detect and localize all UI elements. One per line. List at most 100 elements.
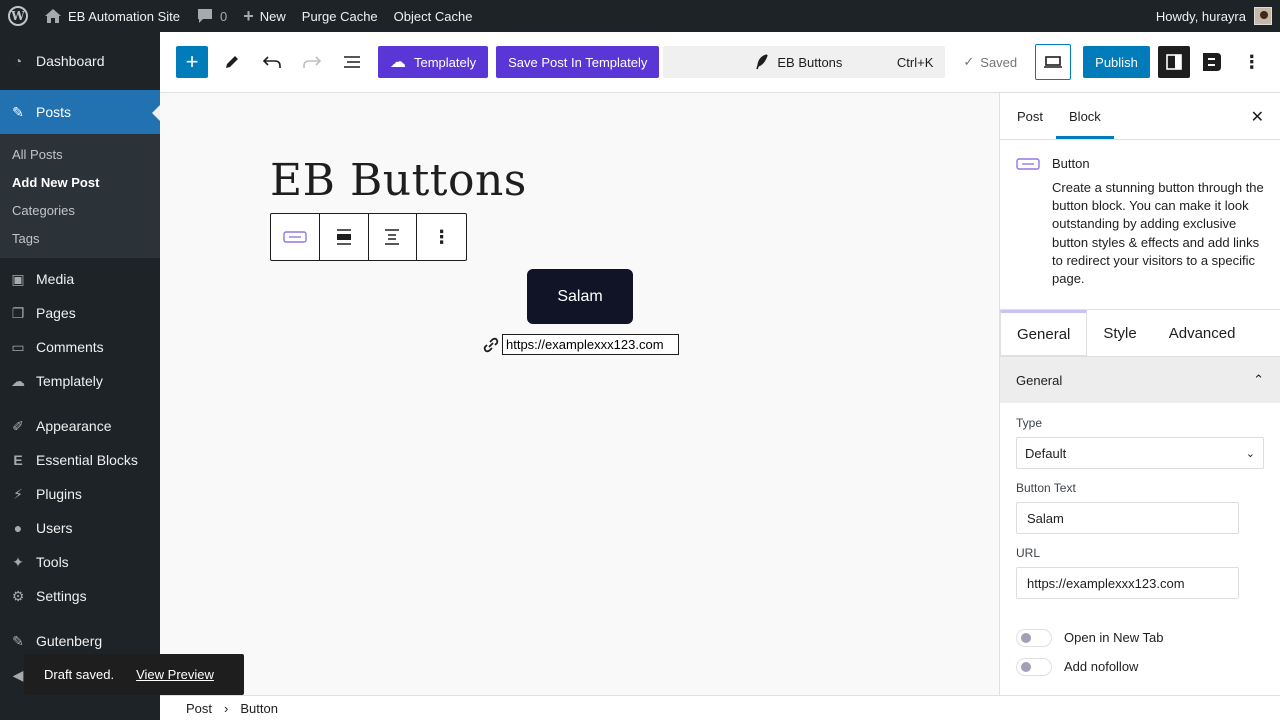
post-title[interactable]: EB Buttons [270, 155, 527, 206]
save-templately-label: Save Post In Templately [508, 54, 648, 70]
undo-button[interactable] [252, 44, 292, 80]
menu-media-label: Media [36, 271, 75, 287]
eb-button-block[interactable]: Salam [527, 269, 633, 324]
breadcrumb-button[interactable]: Button [240, 701, 278, 716]
device-preview-button[interactable] [1035, 44, 1072, 80]
templately-button[interactable]: ☁ Templately [378, 46, 489, 78]
document-title: EB Buttons [777, 54, 843, 70]
view-preview-link[interactable]: View Preview [136, 667, 214, 682]
publish-label: Publish [1095, 54, 1138, 70]
button-text-input[interactable]: Salam [1016, 502, 1239, 534]
menu-media[interactable]: ▣ Media [0, 262, 160, 296]
tab-block[interactable]: Block [1056, 93, 1114, 139]
pin-icon: ✎ [12, 103, 24, 120]
menu-plugins[interactable]: ⚡ Plugins [0, 477, 160, 511]
type-select[interactable]: Default ⌄ [1016, 437, 1264, 469]
menu-plugins-label: Plugins [36, 486, 82, 502]
snackbar-message: Draft saved. [44, 667, 115, 682]
submenu-tags[interactable]: Tags [0, 224, 160, 252]
close-icon[interactable]: ✕ [1251, 107, 1264, 127]
add-nofollow-toggle[interactable] [1016, 657, 1052, 676]
publish-button[interactable]: Publish [1083, 46, 1150, 78]
type-label: Type [1016, 416, 1043, 430]
check-icon: ✓ [963, 54, 975, 69]
tab-post[interactable]: Post [1004, 93, 1056, 139]
object-cache-label: Object Cache [393, 8, 473, 24]
align-center-icon [385, 229, 400, 245]
menu-settings[interactable]: ⚙ Settings [0, 579, 160, 613]
link-icon [483, 337, 499, 352]
submenu-categories[interactable]: Categories [0, 196, 160, 224]
home-icon [45, 9, 61, 23]
menu-appearance[interactable]: ✐ Appearance [0, 409, 160, 443]
save-post-templately-button[interactable]: Save Post In Templately [496, 46, 660, 78]
menu-tools[interactable]: ✦ Tools [0, 545, 160, 579]
menu-dashboard-label: Dashboard [36, 53, 105, 69]
avatar [1254, 7, 1272, 25]
menu-comments[interactable]: ▭ Comments [0, 330, 160, 364]
menu-templately[interactable]: ☁ Templately [0, 364, 160, 398]
menu-gutenberg-label: Gutenberg [36, 633, 103, 649]
document-overview-button[interactable] [332, 44, 372, 80]
plugin-icon: ⚡ [13, 485, 23, 502]
menu-essential-blocks[interactable]: E Essential Blocks [0, 443, 160, 477]
wordpress-logo-icon: W [8, 6, 28, 26]
button-block-icon [1016, 156, 1040, 293]
menu-appearance-label: Appearance [36, 418, 112, 434]
block-align-button[interactable] [320, 214, 369, 260]
open-new-tab-row: Open in New Tab [1000, 623, 1280, 652]
editor-canvas: EB Buttons ⋮ Salam https://examplexxx123… [160, 93, 999, 695]
menu-users[interactable]: ● Users [0, 511, 160, 545]
options-menu-button[interactable]: ⋮ [1234, 44, 1270, 80]
open-new-tab-toggle[interactable] [1016, 628, 1052, 647]
breadcrumb-post[interactable]: Post [186, 701, 212, 716]
wordpress-menu[interactable]: W [0, 0, 36, 32]
account-menu[interactable]: Howdy, hurayra [1156, 7, 1280, 25]
menu-pages-label: Pages [36, 305, 76, 321]
brush-icon: ✐ [12, 417, 24, 434]
block-type-button[interactable] [271, 214, 320, 260]
saved-label: Saved [980, 54, 1018, 70]
menu-users-label: Users [36, 520, 73, 536]
object-cache-link[interactable]: Object Cache [386, 0, 481, 32]
content-align-button[interactable] [369, 214, 418, 260]
submenu-all-posts[interactable]: All Posts [0, 140, 160, 168]
redo-icon [303, 56, 322, 68]
pencil-icon [226, 56, 238, 68]
menu-posts[interactable]: ✎ Posts [0, 90, 160, 134]
block-options-button[interactable]: ⋮ [417, 214, 466, 260]
type-select-value: Default [1025, 445, 1067, 461]
general-panel-header[interactable]: General ⌃ [1000, 357, 1280, 403]
block-breadcrumb: Post › Button [160, 695, 1280, 720]
command-palette-bar[interactable]: EB Buttons Ctrl+K [663, 46, 946, 78]
settings-sidebar: Post Block ✕ Button Create a stunning bu… [999, 93, 1280, 695]
comment-icon [198, 9, 213, 23]
eb-tab-advanced[interactable]: Advanced [1153, 310, 1252, 356]
comments-link[interactable]: 0 [188, 0, 235, 32]
redo-button[interactable] [292, 44, 332, 80]
chevron-right-icon: › [224, 700, 229, 716]
snackbar-notice: Draft saved. View Preview [24, 654, 244, 695]
add-nofollow-label: Add nofollow [1064, 659, 1139, 674]
menu-gutenberg[interactable]: ✎ Gutenberg [0, 624, 160, 658]
url-input[interactable]: https://examplexxx123.com [1016, 567, 1239, 599]
block-inserter-button[interactable]: + [176, 46, 208, 78]
new-content-link[interactable]: + New [235, 0, 294, 32]
templately-button-label: Templately [414, 54, 477, 70]
url-inline-input[interactable]: https://examplexxx123.com [502, 334, 679, 355]
menu-settings-label: Settings [36, 588, 87, 604]
more-vertical-icon: ⋮ [432, 226, 451, 247]
dashboard-icon: ◔ [13, 53, 23, 69]
eb-tab-general[interactable]: General [1000, 310, 1088, 356]
submenu-add-new-post[interactable]: Add New Post [0, 168, 160, 196]
eb-tab-style[interactable]: Style [1087, 310, 1152, 356]
menu-pages[interactable]: ❐ Pages [0, 296, 160, 330]
eb-button-text[interactable]: Salam [557, 288, 602, 306]
menu-dashboard[interactable]: ◔ Dashboard [0, 32, 160, 90]
site-name-link[interactable]: EB Automation Site [36, 0, 188, 32]
essential-blocks-button[interactable] [1194, 44, 1230, 80]
tools-button[interactable] [212, 44, 252, 80]
purge-cache-link[interactable]: Purge Cache [294, 0, 386, 32]
media-icon: ▣ [11, 270, 25, 287]
settings-sidebar-toggle[interactable] [1157, 46, 1190, 78]
